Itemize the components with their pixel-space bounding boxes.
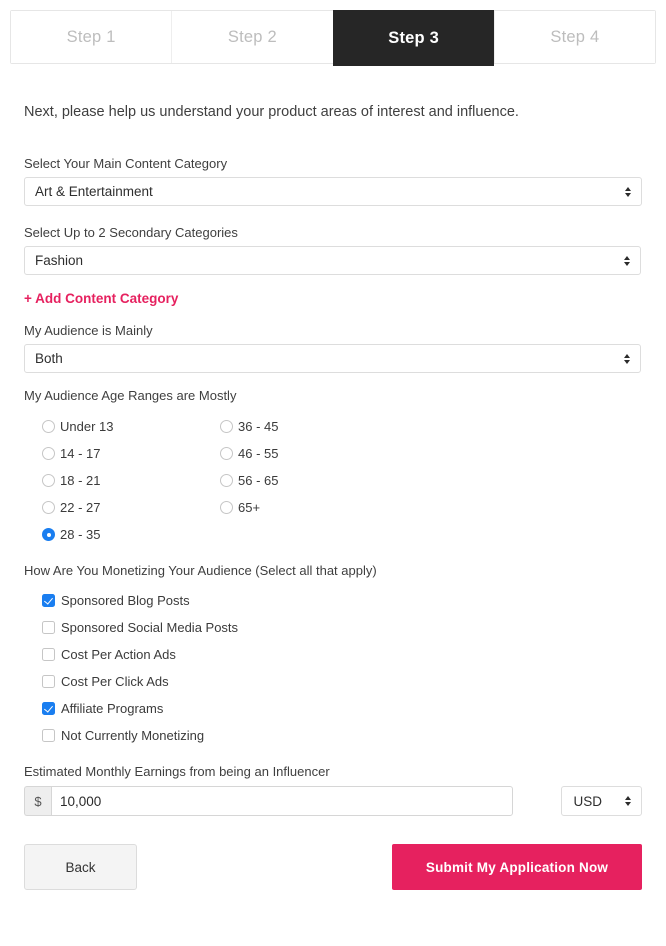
add-content-category-link[interactable]: + Add Content Category <box>24 291 178 306</box>
monetizing-group: Sponsored Blog Posts Sponsored Social Me… <box>24 587 642 749</box>
checkbox-label: Cost Per Click Ads <box>61 674 169 690</box>
radio-option[interactable]: Under 13 <box>24 413 202 440</box>
checkbox-option[interactable]: Cost Per Click Ads <box>24 668 642 695</box>
secondary-category-label: Select Up to 2 Secondary Categories <box>24 225 238 241</box>
secondary-category-value: Fashion <box>35 253 84 269</box>
back-button[interactable]: Back <box>24 844 137 891</box>
checkbox-option-checked[interactable]: Sponsored Blog Posts <box>24 587 642 614</box>
age-ranges-right-column: 36 - 45 46 - 55 56 - 65 65+ <box>202 413 642 548</box>
radio-circle-icon[interactable] <box>220 501 233 515</box>
chevron-updown-icon <box>619 186 641 197</box>
checkbox-option[interactable]: Sponsored Social Media Posts <box>24 614 642 641</box>
checkbox-icon[interactable] <box>42 675 55 689</box>
monetizing-label: How Are You Monetizing Your Audience (Se… <box>24 563 377 579</box>
radio-option[interactable]: 65+ <box>202 494 642 521</box>
currency-value: USD <box>573 793 603 809</box>
radio-label: 56 - 65 <box>238 473 279 489</box>
checkbox-option[interactable]: Cost Per Action Ads <box>24 641 642 668</box>
chevron-updown-icon <box>618 353 640 364</box>
checkbox-label: Sponsored Blog Posts <box>61 593 190 609</box>
radio-option[interactable]: 36 - 45 <box>202 413 642 440</box>
radio-option[interactable]: 46 - 55 <box>202 440 642 467</box>
tab-step-1-label: Step 1 <box>66 27 116 46</box>
checkbox-icon[interactable] <box>42 621 55 635</box>
chevron-updown-icon <box>618 255 640 266</box>
earnings-label: Estimated Monthly Earnings from being an… <box>24 764 330 780</box>
checkbox-icon[interactable] <box>42 729 55 743</box>
radio-label: 18 - 21 <box>60 473 101 489</box>
main-category-select[interactable]: Art & Entertainment <box>24 177 642 207</box>
checkbox-label: Cost Per Action Ads <box>61 647 176 663</box>
audience-gender-select[interactable]: Both <box>24 344 641 374</box>
checkbox-label: Sponsored Social Media Posts <box>61 620 239 636</box>
form-footer: Back Submit My Application Now <box>24 844 642 891</box>
main-category-label: Select Your Main Content Category <box>24 156 228 172</box>
tab-step-2[interactable]: Step 2 <box>171 11 333 63</box>
intro-text: Next, please help us understand your pro… <box>24 104 519 120</box>
radio-label: 22 - 27 <box>60 500 101 516</box>
age-ranges-group: Under 13 14 - 17 18 - 21 22 - 27 28 - 35 <box>24 413 642 548</box>
radio-circle-icon[interactable] <box>220 420 233 434</box>
radio-label: 14 - 17 <box>60 446 101 462</box>
currency-select[interactable]: USD <box>560 786 642 817</box>
currency-symbol-addon: $ <box>24 786 51 817</box>
secondary-category-select[interactable]: Fashion <box>24 246 641 276</box>
checkbox-icon[interactable] <box>42 594 55 608</box>
radio-label: 65+ <box>238 500 261 516</box>
radio-circle-icon[interactable] <box>42 474 55 488</box>
tab-step-4[interactable]: Step 4 <box>493 11 655 63</box>
tab-step-2-label: Step 2 <box>227 27 277 46</box>
radio-option[interactable]: 22 - 27 <box>24 494 202 521</box>
radio-label: 46 - 55 <box>238 446 279 462</box>
checkbox-icon[interactable] <box>42 702 55 716</box>
age-ranges-left-column: Under 13 14 - 17 18 - 21 22 - 27 28 - 35 <box>24 413 202 548</box>
checkbox-option-checked[interactable]: Affiliate Programs <box>24 695 642 722</box>
checkbox-option[interactable]: Not Currently Monetizing <box>24 722 642 749</box>
earnings-row: $ USD <box>24 786 642 817</box>
step-tabs: Step 1 Step 2 Step 3 Step 4 <box>10 10 656 66</box>
radio-circle-icon[interactable] <box>42 420 55 434</box>
radio-circle-icon[interactable] <box>42 528 55 542</box>
main-category-value: Art & Entertainment <box>35 184 153 200</box>
checkbox-label: Not Currently Monetizing <box>61 728 205 744</box>
tab-step-4-label: Step 4 <box>550 27 600 46</box>
tab-step-1[interactable]: Step 1 <box>11 11 172 63</box>
radio-option-selected[interactable]: 28 - 35 <box>24 521 202 548</box>
chevron-updown-icon <box>619 796 641 807</box>
radio-option[interactable]: 14 - 17 <box>24 440 202 467</box>
audience-gender-value: Both <box>35 351 63 367</box>
earnings-input-group: $ <box>24 786 513 817</box>
submit-application-button[interactable]: Submit My Application Now <box>392 844 642 891</box>
tab-step-3[interactable]: Step 3 <box>332 10 494 66</box>
earnings-input[interactable] <box>51 786 513 817</box>
audience-gender-label: My Audience is Mainly <box>24 323 153 339</box>
radio-label: Under 13 <box>60 419 114 435</box>
age-ranges-label: My Audience Age Ranges are Mostly <box>24 388 237 404</box>
checkbox-label: Affiliate Programs <box>61 701 164 717</box>
tab-step-3-label: Step 3 <box>388 28 439 47</box>
radio-circle-icon[interactable] <box>220 447 233 461</box>
checkbox-icon[interactable] <box>42 648 55 662</box>
radio-circle-icon[interactable] <box>220 474 233 488</box>
form-content: Next, please help us understand your pro… <box>0 102 666 891</box>
radio-circle-icon[interactable] <box>42 501 55 515</box>
radio-option[interactable]: 18 - 21 <box>24 467 202 494</box>
radio-label: 28 - 35 <box>60 527 101 543</box>
radio-option[interactable]: 56 - 65 <box>202 467 642 494</box>
radio-label: 36 - 45 <box>238 419 279 435</box>
radio-circle-icon[interactable] <box>42 447 55 461</box>
